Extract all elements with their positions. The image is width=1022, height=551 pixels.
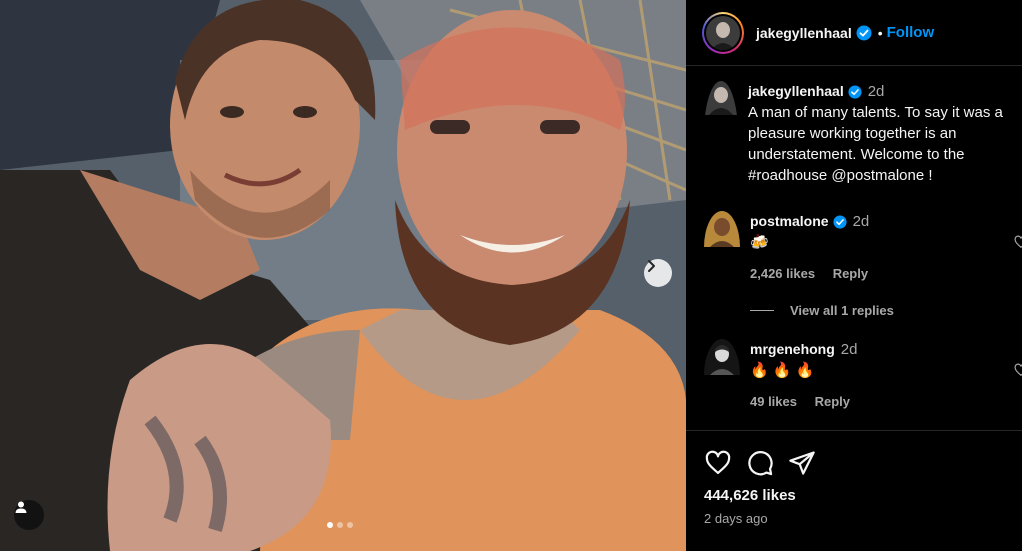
reply-button[interactable]: Reply bbox=[833, 266, 868, 281]
carousel-next-button[interactable] bbox=[644, 259, 672, 287]
likes-count[interactable]: 444,626 likes bbox=[704, 487, 796, 504]
avatar bbox=[706, 15, 740, 50]
post-header: jakegyllenhaal • Follow bbox=[686, 0, 1022, 66]
follow-button[interactable]: Follow bbox=[887, 24, 935, 41]
verified-icon bbox=[856, 25, 872, 40]
comment-item: mrgenehong 2d 🔥 🔥 🔥 49 likes Reply bbox=[704, 339, 864, 412]
carousel-dot bbox=[347, 522, 353, 528]
comment-text: 🔥 🔥 🔥 bbox=[750, 362, 815, 379]
avatar[interactable] bbox=[704, 81, 738, 186]
caption-time: 2d bbox=[867, 83, 885, 100]
post-media[interactable] bbox=[0, 0, 686, 551]
reply-button[interactable]: Reply bbox=[815, 394, 850, 409]
carousel-indicator bbox=[327, 522, 353, 528]
comment-likes[interactable]: 49 likes bbox=[750, 394, 797, 409]
caption-username[interactable]: jakegyllenhaal bbox=[748, 83, 844, 99]
comment-likes[interactable]: 2,426 likes bbox=[750, 266, 815, 281]
comment-username[interactable]: postmalone bbox=[750, 213, 829, 229]
carousel-dot bbox=[327, 522, 333, 528]
heart-icon[interactable] bbox=[704, 449, 732, 477]
post-footer: 444,626 likes 2 days ago bbox=[686, 430, 1022, 551]
comment-time: 2d bbox=[840, 341, 858, 358]
avatar[interactable] bbox=[704, 211, 740, 284]
comment-time: 2d bbox=[852, 213, 870, 230]
caption-text: A man of many talents. To say it was a p… bbox=[748, 104, 1003, 184]
author-avatar-ring[interactable] bbox=[702, 11, 744, 54]
verified-icon bbox=[833, 215, 847, 229]
action-bar bbox=[704, 449, 816, 477]
comment-text: 🍻 bbox=[750, 234, 769, 251]
chevron-right-icon bbox=[648, 260, 655, 272]
comments-list[interactable]: jakegyllenhaal 2d A man of many talents. … bbox=[686, 67, 1022, 429]
user-tag-icon bbox=[15, 501, 27, 513]
caption: jakegyllenhaal 2d A man of many talents. … bbox=[704, 81, 1022, 186]
heart-icon[interactable] bbox=[1014, 235, 1022, 249]
view-replies-label: View all 1 replies bbox=[790, 303, 894, 318]
user-tags-button[interactable] bbox=[14, 500, 44, 530]
photo-illustration bbox=[0, 0, 686, 551]
separator-dot: • bbox=[877, 24, 883, 41]
view-replies-button[interactable]: View all 1 replies bbox=[750, 303, 894, 318]
comment-icon[interactable] bbox=[746, 449, 774, 477]
divider-line bbox=[750, 310, 774, 311]
post-side-panel: jakegyllenhaal • Follow jakegyllenhaal 2d… bbox=[686, 0, 1022, 551]
post-date[interactable]: 2 days ago bbox=[704, 511, 768, 526]
author-username[interactable]: jakegyllenhaal bbox=[756, 25, 852, 41]
avatar[interactable] bbox=[704, 339, 740, 412]
carousel-dot bbox=[337, 522, 343, 528]
share-icon[interactable] bbox=[788, 449, 816, 477]
heart-icon[interactable] bbox=[1014, 363, 1022, 377]
comment-username[interactable]: mrgenehong bbox=[750, 341, 835, 357]
verified-icon bbox=[848, 85, 862, 99]
comment-item: postmalone 2d 🍻 2,426 likes Reply bbox=[704, 211, 882, 284]
